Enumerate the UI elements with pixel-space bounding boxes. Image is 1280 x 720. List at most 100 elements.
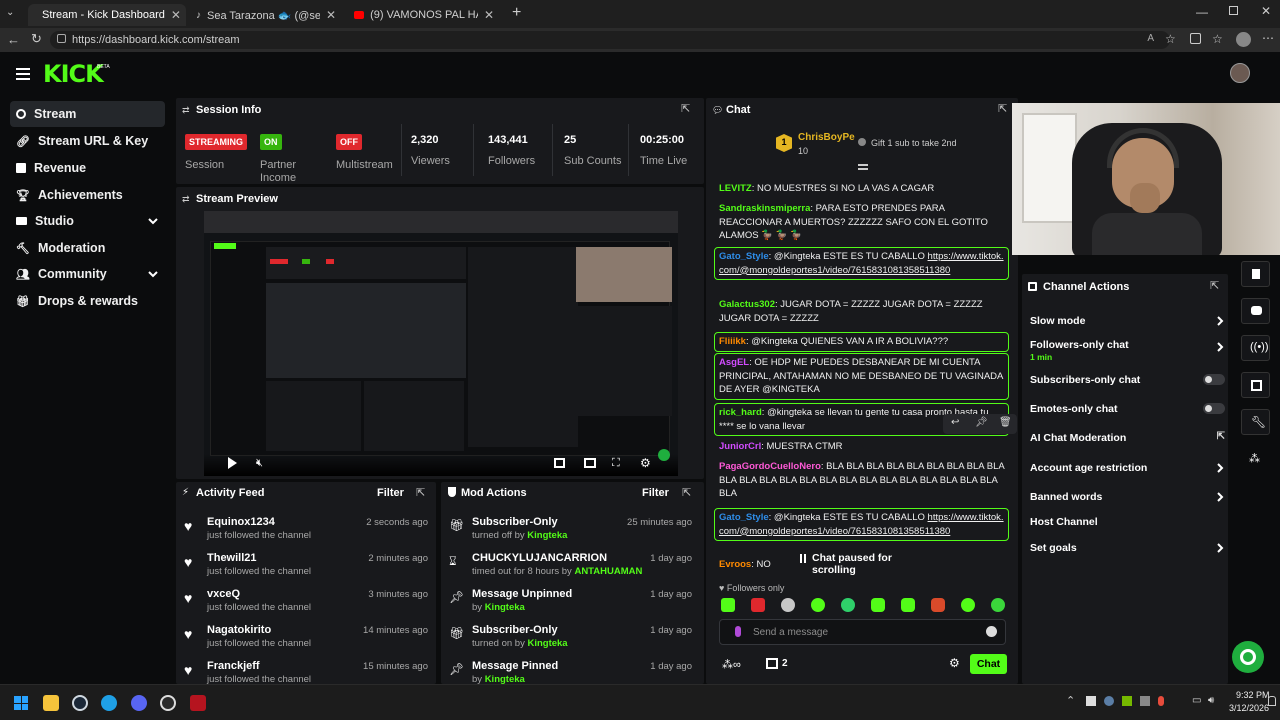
external-link-icon[interactable]: ⇱ <box>1217 431 1225 442</box>
chat-username[interactable]: Gato_Style <box>719 251 769 262</box>
url-input[interactable]: https://dashboard.kick.com/stream A <box>50 31 1170 49</box>
emote[interactable] <box>991 598 1005 612</box>
emote[interactable] <box>901 598 915 612</box>
chat-username[interactable]: Gato_Style <box>719 512 769 523</box>
chat-paused-banner[interactable]: Chat paused for scrolling <box>790 550 930 576</box>
chat-message[interactable]: LEVITZ: NO MUESTRES SI NO LA VAS A CAGAR <box>719 182 1009 196</box>
channel-action-slow-mode[interactable]: Slow mode <box>1030 315 1225 327</box>
chat-message[interactable]: Gato_Style: @Kingteka ESTE ES TU CABALLO… <box>714 508 1009 542</box>
chevron-right-icon[interactable] <box>1215 542 1225 554</box>
back-icon[interactable]: ← <box>7 32 20 47</box>
activity-filter-button[interactable]: Filter <box>377 487 404 499</box>
channel-action-emotes-only-chat[interactable]: Emotes-only chat <box>1030 403 1225 415</box>
chevron-right-icon[interactable] <box>1215 315 1225 327</box>
chat-message[interactable]: Fliiikk: @Kingteka QUIENES VAN A IR A BO… <box>714 332 1009 352</box>
close-tab-icon[interactable]: ✕ <box>326 8 336 22</box>
emote[interactable] <box>841 598 855 612</box>
chevron-right-icon[interactable] <box>1215 491 1225 503</box>
fullscreen-icon[interactable]: ⛶ <box>612 457 620 470</box>
favorite-icon[interactable]: ☆ <box>1165 32 1176 46</box>
activity-username[interactable]: Equinox1234 <box>207 516 275 528</box>
browser-tab-kick[interactable]: Stream - Kick Dashboard ✕ <box>28 4 186 26</box>
tray-steam-icon[interactable] <box>1104 696 1114 706</box>
microphone-icon[interactable] <box>735 626 741 637</box>
channel-action-banned-words[interactable]: Banned words <box>1030 491 1225 503</box>
file-explorer-icon[interactable] <box>43 695 59 711</box>
chat-message[interactable]: Evroos: NO MUE <box>719 558 789 572</box>
tab-list-button[interactable]: ⌄ <box>6 7 22 21</box>
send-chat-button[interactable]: Chat <box>970 654 1007 674</box>
settings-gear-icon[interactable]: ⚙ <box>640 456 651 470</box>
mod-action-item[interactable]: 🎁︎ Subscriber-Only turned off by Kingteka 2… <box>441 516 704 550</box>
new-tab-button[interactable]: + <box>512 4 521 22</box>
rail-chat-log-button[interactable] <box>1241 261 1270 287</box>
chat-username[interactable]: LEVITZ <box>719 183 752 194</box>
extensions-icon[interactable] <box>1190 33 1201 44</box>
drag-handle-icon[interactable]: ⇄ <box>182 105 190 116</box>
help-chat-button[interactable] <box>1232 641 1264 673</box>
channel-action-set-goals[interactable]: Set goals <box>1030 542 1225 554</box>
viewer-list-icon[interactable] <box>766 658 778 669</box>
chat-settings-icon[interactable]: ⚙ <box>949 656 960 670</box>
emote[interactable] <box>931 598 945 612</box>
emote[interactable] <box>961 598 975 612</box>
user-avatar[interactable] <box>1230 63 1250 83</box>
chevron-right-icon[interactable] <box>1215 462 1225 474</box>
chat-message[interactable]: Galactus302: JUGAR DOTA = ZZZZZ JUGAR DO… <box>719 298 1009 325</box>
play-icon[interactable] <box>228 457 237 469</box>
rail-broadcast-button[interactable]: ((•)) <box>1241 335 1270 361</box>
hamburger-menu-icon[interactable] <box>16 68 30 80</box>
toggle-switch[interactable] <box>1203 374 1225 385</box>
channel-action-followers-only-chat[interactable]: Followers-only chat 1 min <box>1030 339 1225 362</box>
close-tab-icon[interactable]: ✕ <box>171 8 181 22</box>
chat-username[interactable]: rick_hard <box>719 407 762 418</box>
popout-icon[interactable]: ⇱ <box>1210 279 1219 292</box>
activity-username[interactable]: Franckjeff <box>207 660 260 672</box>
sidebar-item-stream-url-key[interactable]: 🔗︎ Stream URL & Key <box>10 128 165 154</box>
emoji-picker-icon[interactable] <box>986 626 997 637</box>
popout-icon[interactable]: ⇱ <box>416 486 425 499</box>
pin-icon[interactable]: 📌︎ <box>975 417 988 428</box>
notification-icon[interactable] <box>1268 696 1276 706</box>
activity-username[interactable]: Thewill21 <box>207 552 257 564</box>
sidebar-item-stream[interactable]: Stream <box>10 101 165 127</box>
chat-username[interactable]: Fliiikk <box>719 336 746 347</box>
toggle-switch[interactable] <box>1203 403 1225 414</box>
tray-chevron-icon[interactable]: ⌃ <box>1066 694 1075 707</box>
tray-app-icon[interactable] <box>1086 696 1096 706</box>
popout-icon[interactable]: ⇱ <box>682 486 691 499</box>
channel-action-host-channel[interactable]: Host Channel <box>1030 516 1225 528</box>
profile-avatar[interactable] <box>1236 32 1251 47</box>
rail-layout-button[interactable] <box>1241 372 1270 398</box>
clock-time[interactable]: 9:32 PM <box>1236 690 1270 700</box>
rail-chat-button[interactable] <box>1241 298 1270 324</box>
volume-icon[interactable]: 🔊︎ <box>1208 695 1214 706</box>
emote[interactable] <box>751 598 765 612</box>
activity-username[interactable]: Nagatokirito <box>207 624 271 636</box>
activity-item[interactable]: ♥ Nagatokirito just followed the channel 14… <box>176 624 436 658</box>
chevron-down-icon[interactable] <box>147 215 159 227</box>
tray-app-icon[interactable] <box>1140 696 1150 706</box>
chat-username[interactable]: AsgEL <box>719 357 749 368</box>
mod-action-item[interactable]: 📌︎ Message Unpinned by Kingteka 1 day ago <box>441 588 704 622</box>
activity-item[interactable]: ♥ Equinox1234 just followed the channel 2 s… <box>176 516 436 550</box>
steam-icon[interactable] <box>72 695 88 711</box>
sidebar-item-revenue[interactable]: Revenue <box>10 155 165 181</box>
mute-icon[interactable]: 🔇︎ <box>256 457 263 470</box>
browser-menu-icon[interactable]: ⋯ <box>1262 31 1274 45</box>
restore-button[interactable] <box>1229 6 1238 15</box>
chat-input[interactable]: Send a message <box>719 619 1006 645</box>
browser-tab-youtube[interactable]: (9) VAMONOS PAL HAREM REMIX ✕ <box>346 4 502 26</box>
channel-action-account-age-restriction[interactable]: Account age restriction <box>1030 462 1225 474</box>
read-aloud-icon[interactable]: A <box>1147 33 1154 44</box>
clip-icon[interactable] <box>554 458 565 468</box>
mod-action-by[interactable]: ANTAHUAMAN <box>574 566 642 577</box>
mod-action-by[interactable]: Kingteka <box>485 602 525 613</box>
collapse-pinned-icon[interactable] <box>858 164 868 170</box>
sidebar-item-drops-rewards[interactable]: 🎁︎ Drops & rewards <box>10 288 165 314</box>
chat-message[interactable]: PagaGordoCuelloNero: BLA BLA BLA BLA BLA… <box>719 460 1009 501</box>
emote[interactable] <box>781 598 795 612</box>
favorites-bar-icon[interactable]: ☆ <box>1212 32 1223 46</box>
minimize-button[interactable]: — <box>1196 5 1208 19</box>
gift-sub-text[interactable]: Gift 1 sub to take 2nd <box>871 138 957 148</box>
